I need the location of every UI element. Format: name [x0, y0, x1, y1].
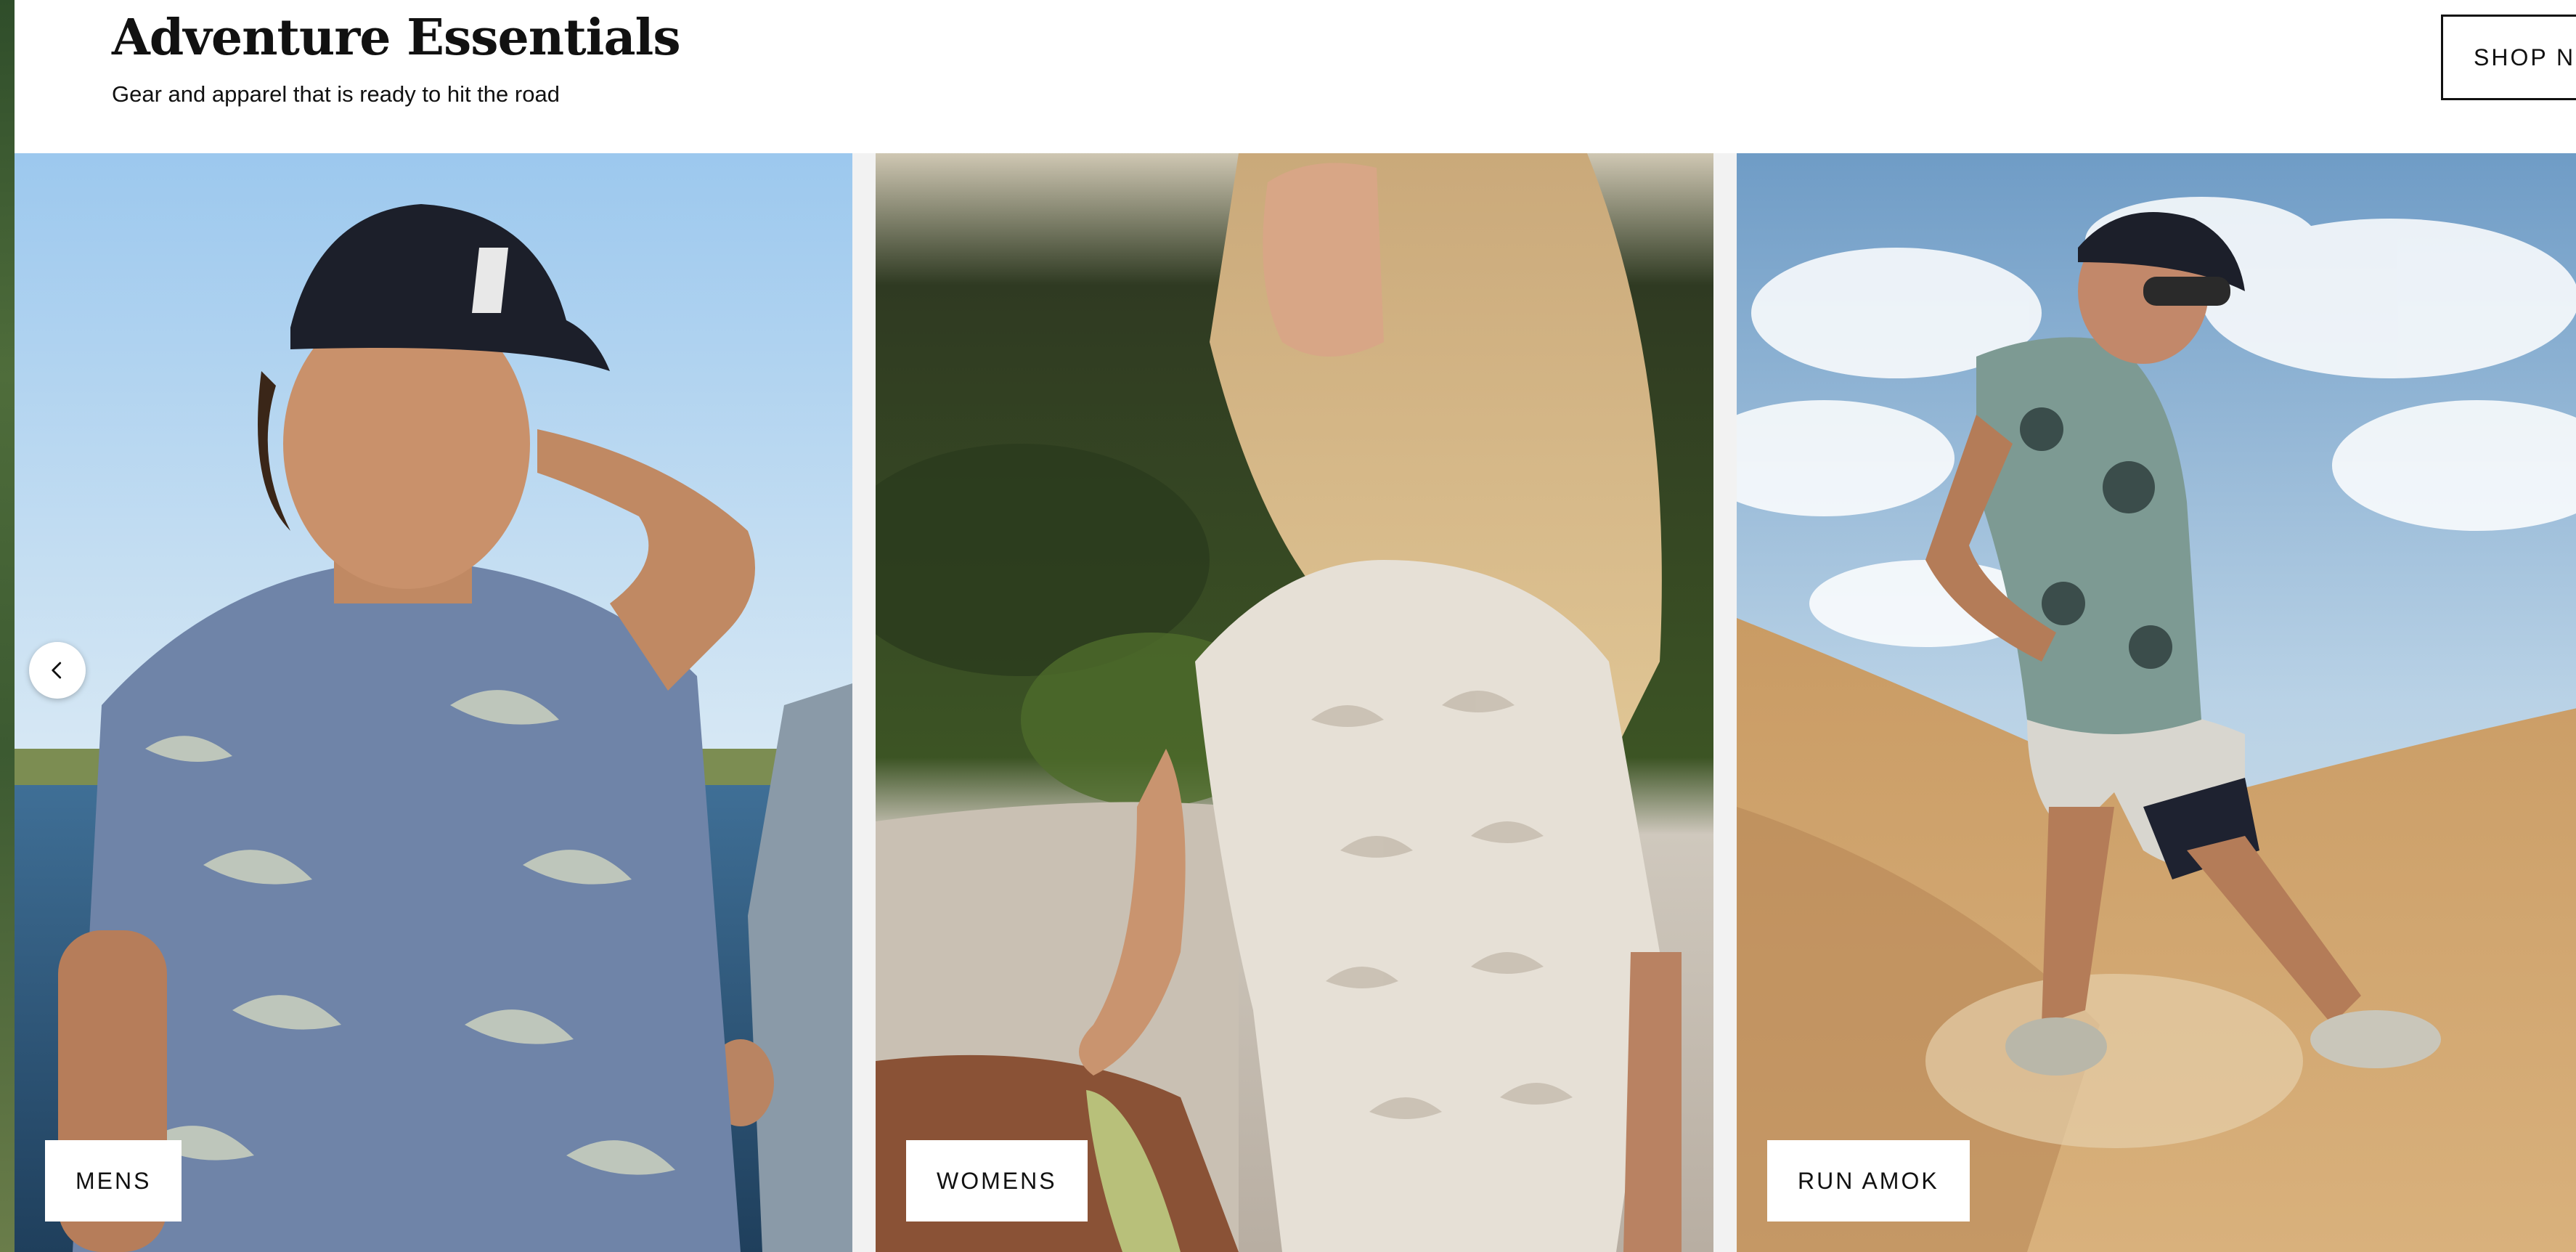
womens-category-button[interactable]: WOMENS [906, 1140, 1088, 1221]
previous-slide-edge [0, 0, 15, 1252]
mens-category-image [15, 153, 852, 1252]
mens-category-button[interactable]: MENS [45, 1140, 182, 1221]
category-card-womens[interactable]: WOMENS [876, 153, 1713, 1252]
run-amok-category-button[interactable]: RUN AMOK [1767, 1140, 1970, 1221]
category-carousel[interactable]: MENS WOMENS RUN AMOK [15, 153, 2576, 1252]
carousel-prev-button[interactable] [29, 642, 86, 699]
section-subtitle: Gear and apparel that is ready to hit th… [112, 81, 560, 107]
page: Adventure Essentials Gear and apparel th… [0, 0, 2576, 1252]
chevron-left-icon [46, 659, 68, 681]
shop-now-button[interactable]: SHOP NOW [2441, 15, 2576, 100]
section-title: Adventure Essentials [112, 9, 681, 67]
section-header: Adventure Essentials Gear and apparel th… [15, 0, 2576, 153]
category-card-mens[interactable]: MENS [15, 153, 852, 1252]
womens-category-image [876, 153, 1713, 1252]
run-amok-category-image [1737, 153, 2576, 1252]
category-card-run-amok[interactable]: RUN AMOK [1737, 153, 2576, 1252]
